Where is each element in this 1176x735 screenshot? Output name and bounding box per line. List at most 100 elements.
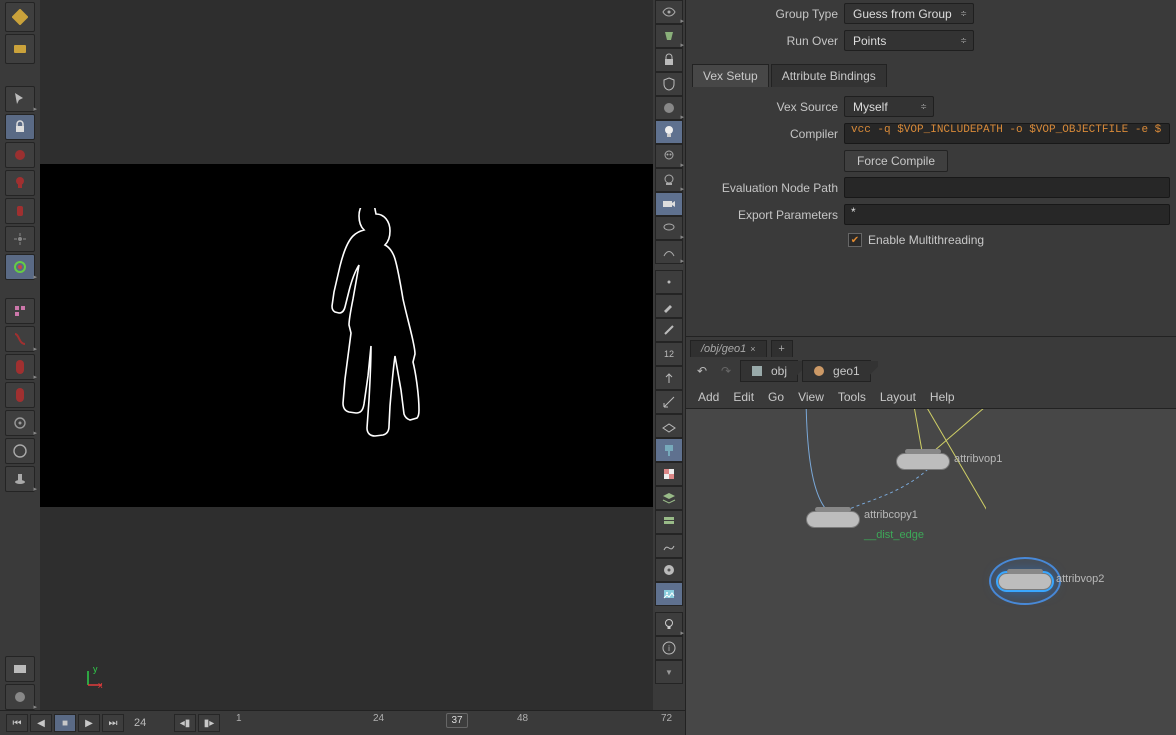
disp-icon-cplane[interactable] bbox=[655, 414, 683, 438]
disp-icon-vectors[interactable] bbox=[655, 390, 683, 414]
tool-bottom-a[interactable] bbox=[5, 656, 35, 682]
disp-icon-checker[interactable] bbox=[655, 462, 683, 486]
tool-j[interactable]: ▸ bbox=[5, 410, 35, 436]
node-attribcopy1[interactable] bbox=[806, 511, 860, 528]
breadcrumb-obj[interactable]: obj bbox=[740, 360, 798, 382]
disp-icon-skull-1[interactable]: ▸ bbox=[655, 144, 683, 168]
disp-icon-normals[interactable] bbox=[655, 366, 683, 390]
tool-e[interactable]: ▸ bbox=[5, 254, 35, 280]
tool-c[interactable] bbox=[5, 198, 35, 224]
tool-shelf-1[interactable] bbox=[5, 2, 35, 32]
tool-d[interactable] bbox=[5, 226, 35, 252]
group-type-dropdown[interactable]: Guess from Group ≑ bbox=[844, 3, 974, 24]
tool-b[interactable] bbox=[5, 170, 35, 196]
run-over-value: Points bbox=[853, 34, 886, 48]
range-left-button[interactable]: ◂▮ bbox=[174, 714, 196, 732]
select-tool[interactable]: ▸ bbox=[5, 86, 35, 112]
disp-icon-wand[interactable] bbox=[655, 318, 683, 342]
node-attribvop1[interactable] bbox=[896, 453, 950, 470]
menu-help[interactable]: Help bbox=[930, 390, 955, 404]
disp-icon-lightbulb[interactable] bbox=[655, 120, 683, 144]
compiler-input[interactable]: vcc -q $VOP_INCLUDEPATH -o $VOP_OBJECTFI… bbox=[844, 123, 1170, 144]
vex-source-value: Myself bbox=[853, 100, 888, 114]
tool-h[interactable]: ▸ bbox=[5, 354, 35, 380]
enable-multithreading-checkbox[interactable]: ✔ Enable Multithreading bbox=[848, 228, 1170, 252]
tool-f[interactable] bbox=[5, 298, 35, 324]
tool-bottom-b[interactable]: ▸ bbox=[5, 684, 35, 710]
network-canvas[interactable]: attribvop1 attribcopy1 __dist_edge attri… bbox=[686, 409, 1176, 735]
disp-icon-collapse[interactable]: ▼ bbox=[655, 660, 683, 684]
tick-label: 72 bbox=[661, 713, 672, 724]
disp-icon-ghost[interactable]: ▸ bbox=[655, 24, 683, 48]
tool-i[interactable] bbox=[5, 382, 35, 408]
parameter-panel: Group Type Guess from Group ≑ Run Over P… bbox=[686, 0, 1176, 336]
range-right-button[interactable]: ▮▸ bbox=[198, 714, 220, 732]
current-frame-marker[interactable]: 37 bbox=[446, 713, 468, 728]
menu-edit[interactable]: Edit bbox=[733, 390, 754, 404]
disp-icon-lasso[interactable]: ▸ bbox=[655, 216, 683, 240]
breadcrumb-label: geo1 bbox=[833, 364, 860, 378]
disp-icon-stack[interactable] bbox=[655, 510, 683, 534]
goto-start-button[interactable]: ⏮ bbox=[6, 714, 28, 732]
tool-l[interactable]: ▸ bbox=[5, 466, 35, 492]
parameter-tabs: Vex Setup Attribute Bindings bbox=[686, 64, 1176, 87]
menu-add[interactable]: Add bbox=[698, 390, 719, 404]
nav-back-button[interactable]: ↶ bbox=[692, 361, 712, 381]
disp-icon-sphere[interactable]: ▸ bbox=[655, 96, 683, 120]
disp-icon-point[interactable] bbox=[655, 270, 683, 294]
disp-icon-info[interactable]: i bbox=[655, 636, 683, 660]
run-over-label: Run Over bbox=[692, 34, 838, 48]
fps-field[interactable]: 24 bbox=[134, 717, 168, 729]
close-icon[interactable]: × bbox=[750, 344, 755, 354]
export-parameters-label: Export Parameters bbox=[692, 208, 838, 222]
vex-source-dropdown[interactable]: Myself ≑ bbox=[844, 96, 934, 117]
menu-view[interactable]: View bbox=[798, 390, 824, 404]
left-tool-shelf: ▸ ▸ ▸ ▸ ▸ ▸ ▸ bbox=[0, 0, 40, 710]
chevron-updown-icon: ≑ bbox=[960, 9, 967, 18]
disp-icon-shield[interactable] bbox=[655, 72, 683, 96]
tab-vex-setup[interactable]: Vex Setup bbox=[692, 64, 769, 87]
run-over-dropdown[interactable]: Points ≑ bbox=[844, 30, 974, 51]
node-attribvop2[interactable] bbox=[998, 573, 1052, 590]
network-editor: /obj/geo1 × + ↶ ↷ obj geo1 Add Edit bbox=[686, 336, 1176, 735]
svg-text:i: i bbox=[668, 644, 670, 653]
disp-icon-skull-2[interactable]: ▸ bbox=[655, 168, 683, 192]
tool-a[interactable] bbox=[5, 142, 35, 168]
disp-icon-bulb[interactable]: ▸ bbox=[655, 612, 683, 636]
tool-g[interactable]: ▸ bbox=[5, 326, 35, 352]
stop-button[interactable]: ■ bbox=[54, 714, 76, 732]
tab-attribute-bindings[interactable]: Attribute Bindings bbox=[771, 64, 887, 87]
export-parameters-input[interactable]: * bbox=[844, 204, 1170, 225]
eval-node-path-input[interactable] bbox=[844, 177, 1170, 198]
disp-icon-paint[interactable] bbox=[655, 438, 683, 462]
disp-icon-brush[interactable] bbox=[655, 294, 683, 318]
menu-go[interactable]: Go bbox=[768, 390, 784, 404]
play-button[interactable]: ▶ bbox=[78, 714, 100, 732]
step-back-button[interactable]: ◀ bbox=[30, 714, 52, 732]
disp-icon-curve[interactable] bbox=[655, 534, 683, 558]
force-compile-button[interactable]: Force Compile bbox=[844, 150, 948, 172]
disp-icon-camera[interactable] bbox=[655, 192, 683, 216]
3d-viewport[interactable]: y x bbox=[40, 0, 653, 710]
disp-icon-lock[interactable] bbox=[655, 48, 683, 72]
disp-icon-sweep[interactable]: ▸ bbox=[655, 240, 683, 264]
disp-icon-bg[interactable] bbox=[655, 582, 683, 606]
tool-shelf-2[interactable] bbox=[5, 34, 35, 64]
disp-icon-layers[interactable] bbox=[655, 486, 683, 510]
timeline-ruler[interactable]: 1 24 48 72 96 120 144 37 bbox=[230, 711, 681, 735]
disp-icon-disk[interactable] bbox=[655, 558, 683, 582]
disp-icon-12[interactable]: 12 bbox=[655, 342, 683, 366]
network-tab[interactable]: /obj/geo1 × bbox=[690, 340, 767, 357]
menu-layout[interactable]: Layout bbox=[880, 390, 916, 404]
menu-tools[interactable]: Tools bbox=[838, 390, 866, 404]
network-tab-add[interactable]: + bbox=[771, 340, 793, 357]
breadcrumb-geo1[interactable]: geo1 bbox=[802, 360, 871, 382]
tool-k[interactable] bbox=[5, 438, 35, 464]
enable-multithreading-label: Enable Multithreading bbox=[868, 233, 984, 247]
node-wires bbox=[686, 409, 986, 559]
disp-icon-visibility[interactable]: ▸ bbox=[655, 0, 683, 24]
goto-end-button[interactable]: ⏭ bbox=[102, 714, 124, 732]
lock-tool[interactable] bbox=[5, 114, 35, 140]
nav-forward-button[interactable]: ↷ bbox=[716, 361, 736, 381]
node-label: attribvop1 bbox=[954, 453, 1002, 465]
